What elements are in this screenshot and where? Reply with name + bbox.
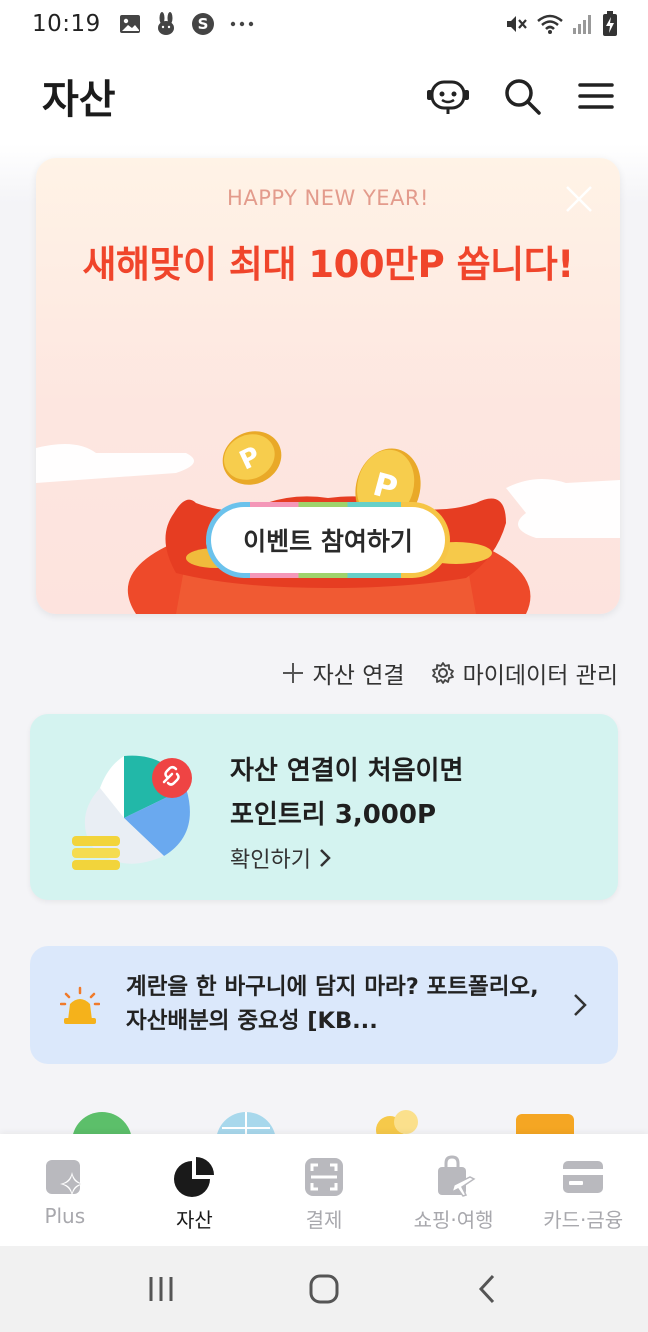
tab-plus[interactable]: Plus: [0, 1134, 130, 1246]
chevron-right-icon: [320, 849, 331, 867]
menu-button[interactable]: [574, 74, 618, 118]
scan-pay-icon: [304, 1158, 343, 1196]
connect-asset-link[interactable]: 자산 연결: [281, 656, 405, 690]
search-button[interactable]: [500, 74, 544, 118]
promo-confirm-link[interactable]: 확인하기: [230, 842, 331, 874]
status-bar: 10:19 S: [0, 0, 648, 48]
chevron-right-icon: [574, 994, 587, 1016]
mydata-manage-link[interactable]: 마이데이터 관리: [431, 656, 618, 690]
chatbot-button[interactable]: [426, 74, 470, 118]
promo-confirm-label: 확인하기: [230, 848, 311, 873]
mydata-manage-label: 마이데이터 관리: [462, 663, 618, 689]
status-time: 10:19: [32, 11, 101, 37]
article-title: 계란을 한 바구니에 담지 마라? 포트폴리오, 자산배분의 중요성 [KB..…: [126, 974, 539, 1034]
event-join-label: 이벤트 참여하기: [211, 507, 445, 573]
more-dots-icon: [230, 21, 253, 27]
rabbit-icon: [157, 12, 174, 35]
battery-charging-icon: [603, 11, 617, 36]
card-icon: [563, 1161, 604, 1193]
tab-pay[interactable]: 결제: [259, 1134, 389, 1246]
app-header: 자산: [0, 48, 648, 144]
home-button[interactable]: [294, 1264, 354, 1314]
recent-apps-button[interactable]: [131, 1264, 191, 1314]
tab-shopping-travel[interactable]: 쇼핑·여행: [389, 1134, 519, 1246]
plus-sparkle-icon: [45, 1160, 84, 1196]
back-button[interactable]: [457, 1264, 517, 1314]
tab-card-finance-label: 카드·금융: [543, 1208, 624, 1232]
recent-apps-icon: [149, 1277, 173, 1301]
home-icon: [309, 1274, 339, 1304]
alarm-icon: [60, 986, 100, 1024]
tab-assets[interactable]: 자산: [130, 1134, 260, 1246]
tab-shopping-travel-label: 쇼핑·여행: [413, 1208, 494, 1232]
shopping-travel-icon: [437, 1155, 476, 1197]
system-navigation-bar: [0, 1246, 648, 1332]
peek-coins-icon: [376, 1110, 418, 1134]
wifi-icon: [537, 14, 563, 34]
promo-line2: 포인트리 3,000P: [230, 800, 437, 830]
image-icon: [119, 15, 140, 33]
peek-kb-icon: [516, 1114, 574, 1134]
tab-pay-label: 결제: [305, 1208, 343, 1232]
pie-chart-icon: [174, 1157, 215, 1197]
event-join-button[interactable]: 이벤트 참여하기: [206, 502, 450, 578]
chatbot-icon: [427, 80, 469, 114]
search-icon: [505, 79, 541, 115]
s-app-icon: S: [191, 13, 214, 35]
page-title: 자산: [42, 77, 116, 123]
banner-subtitle: HAPPY NEW YEAR!: [227, 186, 429, 210]
tab-assets-label: 자산: [175, 1208, 213, 1232]
peek-globe-icon: [217, 1112, 275, 1134]
menu-icon: [578, 83, 614, 109]
article-card[interactable]: 계란을 한 바구니에 담지 마라? 포트폴리오, 자산배분의 중요성 [KB..…: [30, 946, 618, 1064]
tab-plus-label: Plus: [44, 1204, 86, 1228]
asset-connect-promo-card[interactable]: 자산 연결이 처음이면 포인트리 3,000P 확인하기: [30, 714, 618, 900]
banner-headline: 새해맞이 최대 100만P 쏩니다!: [82, 243, 574, 286]
bottom-navigation: Plus 자산 결제 쇼핑·여행 카드·금융: [0, 1134, 648, 1246]
gear-icon: [431, 662, 454, 684]
plus-icon: [282, 663, 303, 683]
pie-coins-illustration: [72, 755, 192, 870]
connect-asset-label: 자산 연결: [312, 663, 405, 689]
svg-text:S: S: [197, 15, 208, 33]
back-icon: [478, 1274, 494, 1304]
tab-card-finance[interactable]: 카드·금융: [518, 1134, 648, 1246]
asset-links-row: 자산 연결 마이데이터 관리: [281, 656, 618, 690]
signal-icon: [573, 15, 591, 34]
peek-green-icon: [73, 1112, 131, 1134]
close-icon[interactable]: [564, 184, 594, 214]
promo-line1: 자산 연결이 처음이면: [230, 756, 464, 786]
mute-icon: [507, 16, 527, 32]
event-banner[interactable]: HAPPY NEW YEAR! 새해맞이 최대 100만P 쏩니다! P P 이…: [36, 158, 620, 614]
